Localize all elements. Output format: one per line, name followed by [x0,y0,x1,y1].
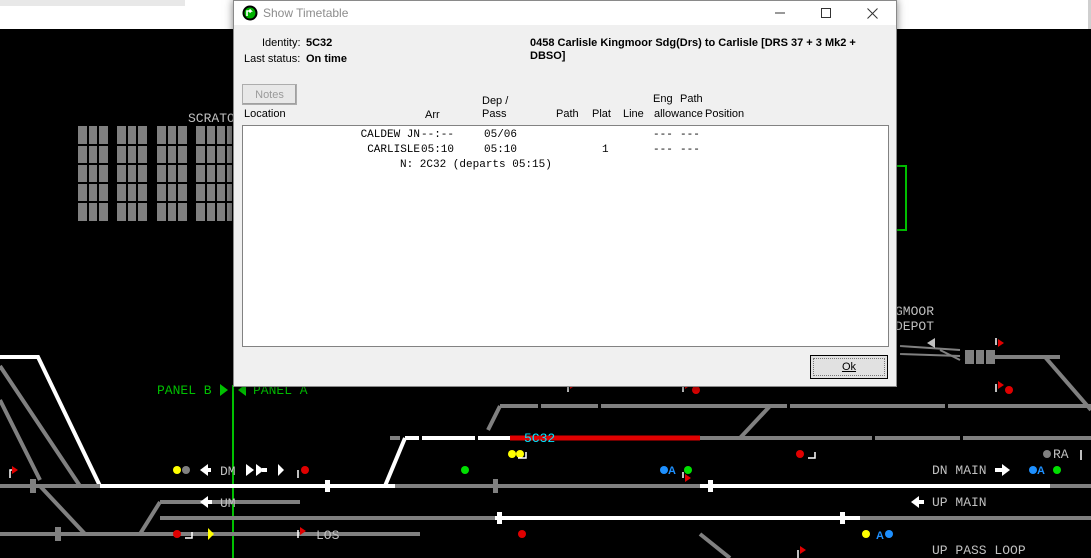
up-pass-loop-label: UP PASS LOOP [932,543,1026,558]
close-button[interactable] [849,1,895,25]
maximize-icon [821,8,831,18]
ra-label: RA [1053,447,1069,462]
buffer-stops [30,479,498,541]
um-label: UM [220,496,236,511]
signal-a-label-3: A [876,530,884,542]
service-description-line2: DBSO] [530,50,566,62]
col-pathpos-line1: Path [680,93,703,105]
ok-button[interactable]: Ok [810,355,888,379]
app-icon [242,5,258,21]
show-timetable-dialog[interactable]: Show Timetable Identity: 5C32 Last statu… [233,0,897,387]
row-pathpos: --- [680,129,700,141]
dialog-titlebar[interactable]: Show Timetable [234,1,896,25]
close-icon [866,7,878,19]
panel-b-label: PANEL B [157,383,212,398]
last-status-label: Last status: [244,53,301,65]
timetable-list[interactable]: CALDEW JN --:-- 05/06 --- --- CARLISLE 0… [242,125,889,347]
train-5c32-label[interactable]: 5C32 [524,431,555,446]
up-main-label: UP MAIN [932,495,987,510]
scrato-sidings-blocks [78,126,232,221]
col-dep-line1: Dep / [482,95,509,107]
dialog-title: Show Timetable [263,6,349,20]
background-window-edge [0,0,185,6]
col-dep-line2: Pass [482,108,507,120]
panel-b-arrow-icon [220,384,228,396]
ok-button-label: Ok [841,361,857,373]
note-line: N: 2C32 (departs 05:15) [400,159,552,171]
row-arr: 05:10 [421,144,455,156]
identity-label: Identity: [262,37,301,49]
col-arr: Arr [425,109,440,121]
minimize-button[interactable] [757,1,803,25]
row-plat: 1 [602,144,609,156]
signal-a-label-2: A [1037,465,1045,477]
service-description-line1: 0458 Carlisle Kingmoor Sdg(Drs) to Carli… [530,37,856,49]
col-pathpos-line2: Position [705,108,745,120]
col-line: Line [623,108,644,120]
col-eng-line1: Eng [653,93,673,105]
row-location: CALDEW JN [360,129,420,141]
col-location: Location [244,108,286,120]
row-dep: 05/06 [484,129,518,141]
last-status-value: On time [306,53,347,65]
row-eng: --- [653,129,673,141]
dm-label: DM [220,464,236,479]
dn-main-label: DN MAIN [932,463,987,478]
scrato-label: SCRATO [188,111,235,126]
row-eng: --- [653,144,673,156]
maximize-button[interactable] [803,1,849,25]
depot-label: DEPOT [895,319,934,334]
depot-shed [965,350,995,364]
row-pathpos: --- [680,144,700,156]
gmoor-label: GMOOR [895,304,934,319]
signal-a-label: A [668,465,676,477]
depot-arrow-icon [927,338,935,348]
ra-signal-icon[interactable] [1043,450,1051,458]
identity-value: 5C32 [306,37,333,49]
row-location: CARLISLE [367,144,420,156]
col-eng-line2: allowance [654,108,703,120]
panel-boundary-box [897,165,907,231]
los-label: LOS [316,528,340,543]
row-arr: --:-- [421,129,455,141]
col-path: Path [556,108,579,120]
minimize-icon [775,12,785,14]
col-plat: Plat [592,108,611,120]
notes-button[interactable]: Notes [242,84,297,105]
depot-sidings [899,345,961,361]
row-dep: 05:10 [484,144,518,156]
